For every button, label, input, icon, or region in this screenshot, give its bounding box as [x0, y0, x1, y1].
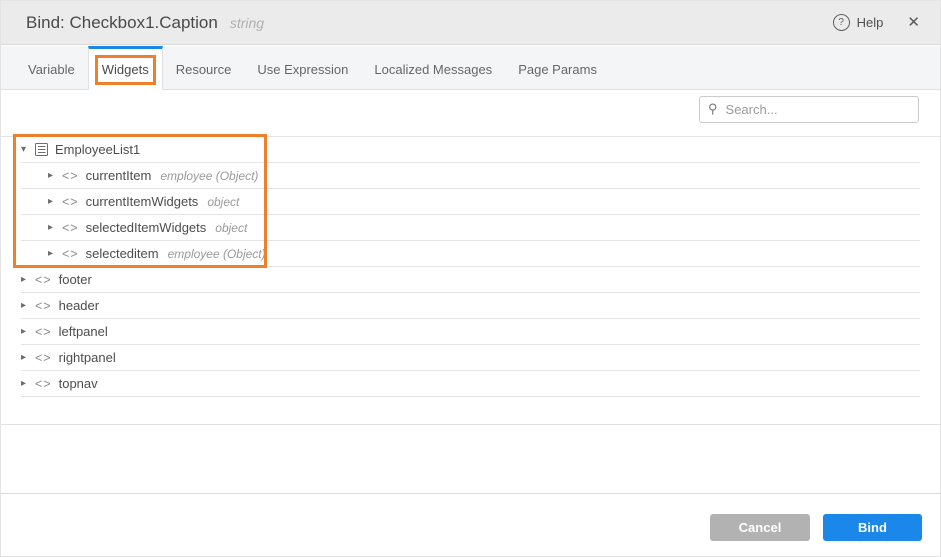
- tab-label: Use Expression: [257, 62, 348, 77]
- dialog-title: Bind: Checkbox1.Caption: [26, 13, 218, 33]
- code-icon: <>: [35, 325, 52, 339]
- tree-item-label: selectedItemWidgets: [86, 220, 207, 235]
- tab-widgets[interactable]: Widgets: [88, 46, 163, 90]
- search-box[interactable]: ⚲: [699, 96, 919, 123]
- tree-item-label: currentItemWidgets: [86, 194, 199, 209]
- chevron-right-icon[interactable]: ▸: [48, 170, 62, 181]
- tree-item-type: object: [207, 195, 239, 209]
- widget-tree: ▾EmployeeList1▸<>currentItememployee (Ob…: [1, 136, 940, 397]
- help-button[interactable]: ? Help: [833, 14, 884, 31]
- code-icon: <>: [62, 195, 79, 209]
- list-widget-icon: [35, 143, 48, 156]
- search-row: ⚲: [699, 96, 919, 123]
- chevron-right-icon[interactable]: ▸: [48, 196, 62, 207]
- tree-item-label: selecteditem: [86, 246, 159, 261]
- tree-item-label: EmployeeList1: [55, 142, 140, 157]
- tab-bar: Variable Widgets Resource Use Expression Loc…: [1, 46, 940, 90]
- tree-item-label: leftpanel: [59, 324, 108, 339]
- tab-label: Localized Messages: [374, 62, 492, 77]
- chevron-down-icon[interactable]: ▾: [21, 144, 35, 155]
- code-icon: <>: [35, 299, 52, 313]
- tree-item-label: footer: [59, 272, 92, 287]
- chevron-right-icon[interactable]: ▸: [21, 378, 35, 389]
- chevron-right-icon[interactable]: ▸: [21, 326, 35, 337]
- tab-label: Resource: [176, 62, 232, 77]
- tab-label: Page Params: [518, 62, 597, 77]
- tree-item-rightpanel[interactable]: ▸<> rightpanel: [21, 345, 920, 371]
- help-label: Help: [857, 15, 884, 30]
- search-input[interactable]: [724, 101, 910, 118]
- tab-page-params[interactable]: Page Params: [505, 46, 610, 89]
- tree-item-label: topnav: [59, 376, 98, 391]
- tab-label: Variable: [28, 62, 75, 77]
- tree-item-topnav[interactable]: ▸<> topnav: [21, 371, 920, 397]
- tree-item-selecteditem[interactable]: ▸<> selecteditem employee (Object): [21, 241, 920, 267]
- bind-dialog: Bind: Checkbox1.Caption string ? Help ✕ …: [0, 0, 941, 557]
- dialog-type-hint: string: [230, 15, 264, 31]
- code-icon: <>: [35, 351, 52, 365]
- close-icon[interactable]: ✕: [907, 15, 920, 30]
- tab-label: Widgets: [102, 62, 149, 77]
- code-icon: <>: [35, 273, 52, 287]
- code-icon: <>: [62, 221, 79, 235]
- help-icon: ?: [833, 14, 850, 31]
- tab-variable[interactable]: Variable: [15, 46, 88, 89]
- chevron-right-icon[interactable]: ▸: [21, 300, 35, 311]
- tree-item-header[interactable]: ▸<> header: [21, 293, 920, 319]
- tree-item-selecteditemwidgets[interactable]: ▸<> selectedItemWidgets object: [21, 215, 920, 241]
- tree-item-type: employee (Object): [160, 169, 258, 183]
- dialog-header: Bind: Checkbox1.Caption string ? Help ✕: [1, 1, 940, 45]
- tree-item-type: object: [215, 221, 247, 235]
- tab-resource[interactable]: Resource: [163, 46, 245, 89]
- bind-button[interactable]: Bind: [823, 514, 922, 541]
- tree-item-currentitemwidgets[interactable]: ▸<> currentItemWidgets object: [21, 189, 920, 215]
- tree-bottom-divider: [1, 424, 940, 425]
- tab-use-expression[interactable]: Use Expression: [244, 46, 361, 89]
- chevron-right-icon[interactable]: ▸: [48, 222, 62, 233]
- tree-item-label: currentItem: [86, 168, 152, 183]
- code-icon: <>: [62, 247, 79, 261]
- chevron-right-icon[interactable]: ▸: [48, 248, 62, 259]
- code-icon: <>: [62, 169, 79, 183]
- search-icon: ⚲: [708, 101, 718, 117]
- tree-item-currentitem[interactable]: ▸<> currentItem employee (Object): [21, 163, 920, 189]
- cancel-button[interactable]: Cancel: [710, 514, 810, 541]
- footer-divider: [1, 493, 940, 494]
- tab-localized-messages[interactable]: Localized Messages: [361, 46, 505, 89]
- chevron-right-icon[interactable]: ▸: [21, 352, 35, 363]
- tree-item-leftpanel[interactable]: ▸<> leftpanel: [21, 319, 920, 345]
- tree-item-employeelist1[interactable]: ▾ EmployeeList1: [21, 137, 920, 163]
- tree-item-label: header: [59, 298, 99, 313]
- code-icon: <>: [35, 377, 52, 391]
- chevron-right-icon[interactable]: ▸: [21, 274, 35, 285]
- tree-item-label: rightpanel: [59, 350, 116, 365]
- tree-item-type: employee (Object): [168, 247, 266, 261]
- tree-item-footer[interactable]: ▸<> footer: [21, 267, 920, 293]
